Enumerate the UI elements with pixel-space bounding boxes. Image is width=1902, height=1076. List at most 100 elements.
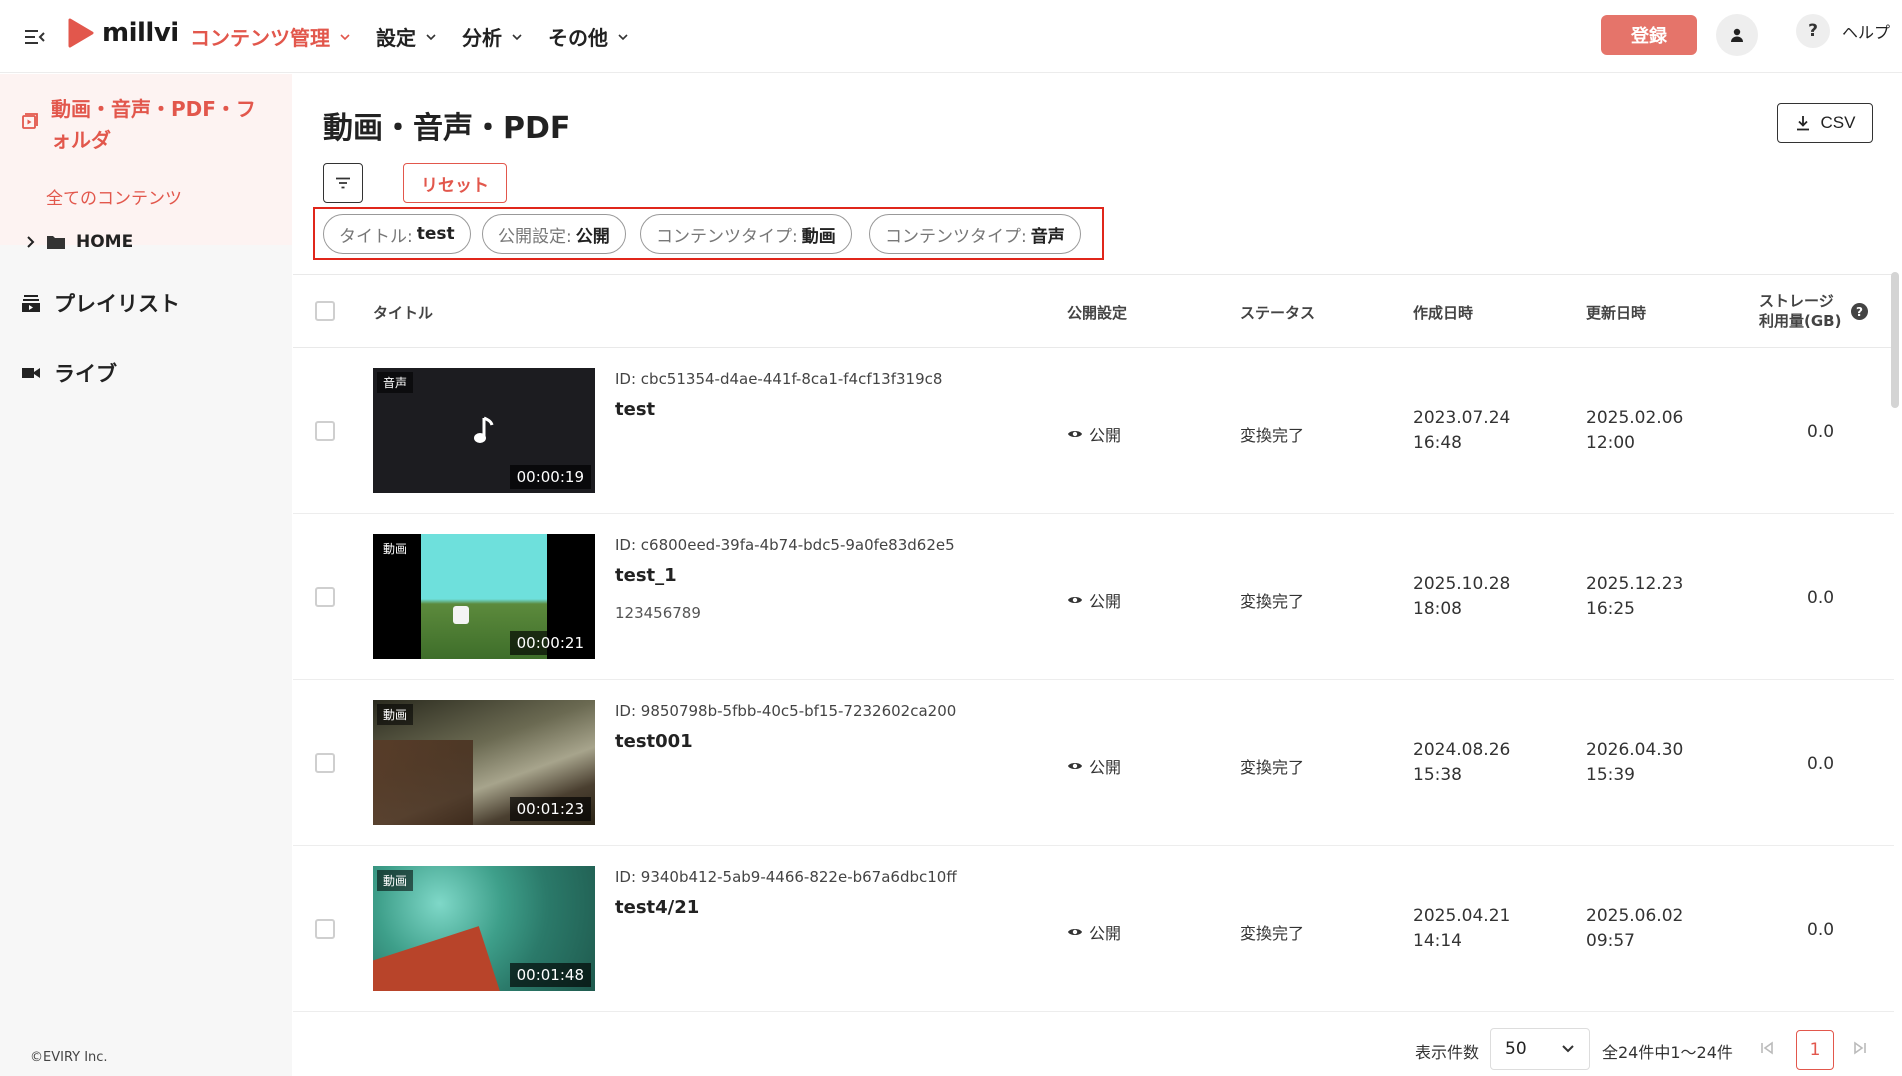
chevron-down-icon bbox=[512, 33, 522, 40]
last-page-icon[interactable] bbox=[1848, 1036, 1872, 1060]
register-button[interactable]: 登録 bbox=[1601, 15, 1697, 55]
play-logo-icon bbox=[68, 18, 94, 48]
logo[interactable]: millvi bbox=[68, 18, 179, 48]
date-text: 2025.12.23 bbox=[1586, 574, 1684, 594]
sidebar-item-label[interactable]: 動画・音声・PDF・フォルダ bbox=[51, 94, 271, 156]
top-header: millvi コンテンツ管理 設定 分析 その他 登録 ? ヘルプ bbox=[0, 0, 1902, 73]
user-icon bbox=[1731, 28, 1743, 42]
first-page-icon[interactable] bbox=[1755, 1036, 1779, 1060]
nav-label: コンテンツ管理 bbox=[190, 26, 330, 50]
table-row[interactable]: 動画 00:01:48 ID: 9340b412-5ab9-4466-822e-… bbox=[293, 846, 1894, 1012]
col-title[interactable]: タイトル bbox=[373, 302, 433, 323]
reset-button[interactable]: リセット bbox=[403, 163, 507, 203]
sidebar-item-label: HOME bbox=[76, 232, 134, 252]
publish-setting: 公開 bbox=[1067, 588, 1121, 612]
storage-usage: 0.0 bbox=[1807, 920, 1835, 940]
chip-key: コンテンツタイプ: bbox=[656, 226, 798, 247]
duration-badge: 00:01:48 bbox=[509, 963, 591, 987]
date-text: 2025.06.02 bbox=[1586, 906, 1684, 926]
select-all-checkbox[interactable] bbox=[315, 301, 335, 321]
updated-date: 2025.02.06 12:00 bbox=[1586, 406, 1683, 456]
chip-key: コンテンツタイプ: bbox=[885, 226, 1027, 247]
date-text: 2024.08.26 bbox=[1413, 740, 1511, 760]
per-page-label: 表示件数 bbox=[1415, 1043, 1480, 1062]
avatar[interactable] bbox=[1716, 14, 1758, 56]
per-page-value: 50 bbox=[1505, 1039, 1527, 1059]
chip-value: test bbox=[416, 224, 455, 244]
thumbnail[interactable]: 音声 00:00:19 bbox=[373, 368, 595, 493]
filter-button[interactable] bbox=[323, 163, 363, 203]
page-button[interactable]: 1 bbox=[1796, 1030, 1834, 1070]
publish-setting: 公開 bbox=[1067, 920, 1121, 944]
row-checkbox[interactable] bbox=[315, 753, 335, 773]
content-id: ID: 9340b412-5ab9-4466-822e-b67a6dbc10ff bbox=[615, 868, 957, 886]
col-status[interactable]: ステータス bbox=[1240, 302, 1315, 323]
chevron-down-icon bbox=[340, 33, 350, 40]
nav-label: 設定 bbox=[376, 26, 416, 50]
csv-export-button[interactable]: CSV bbox=[1777, 103, 1873, 143]
publish-label: 公開 bbox=[1089, 426, 1122, 445]
filter-chip-type-video[interactable]: コンテンツタイプ: 動画 bbox=[640, 214, 852, 254]
nav-analytics[interactable]: 分析 bbox=[462, 22, 522, 51]
publish-setting: 公開 bbox=[1067, 754, 1121, 778]
publish-label: 公開 bbox=[1089, 924, 1122, 943]
chevron-down-icon bbox=[426, 33, 436, 40]
per-page-select[interactable]: 50 bbox=[1490, 1028, 1590, 1070]
col-publish[interactable]: 公開設定 bbox=[1067, 302, 1127, 323]
thumbnail[interactable]: 動画 00:01:48 bbox=[373, 866, 595, 991]
time-text: 15:39 bbox=[1586, 765, 1635, 785]
eye-icon bbox=[1068, 763, 1082, 769]
filter-chip-type-audio[interactable]: コンテンツタイプ: 音声 bbox=[869, 214, 1081, 254]
sidebar-item-live[interactable]: ライブ bbox=[22, 358, 117, 388]
nav-label: その他 bbox=[548, 26, 608, 50]
chip-value: 動画 bbox=[801, 226, 836, 247]
content-title[interactable]: test4/21 bbox=[615, 897, 699, 918]
content-title[interactable]: test_1 bbox=[615, 565, 677, 586]
content-title[interactable]: test bbox=[615, 399, 655, 420]
filter-chip-publish[interactable]: 公開設定: 公開 bbox=[482, 214, 626, 254]
table-row[interactable]: 動画 00:01:23 ID: 9850798b-5fbb-40c5-bf15-… bbox=[293, 680, 1894, 846]
help-link[interactable]: ? ヘルプ bbox=[1796, 14, 1890, 48]
eye-icon bbox=[1068, 431, 1082, 437]
col-created[interactable]: 作成日時 bbox=[1413, 302, 1473, 323]
filter-chip-title[interactable]: タイトル: test bbox=[323, 214, 471, 254]
row-checkbox[interactable] bbox=[315, 421, 335, 441]
table-header: タイトル 公開設定 ステータス 作成日時 更新日時 ストレージ 利用量(GB) … bbox=[293, 274, 1894, 348]
character-shape bbox=[453, 606, 469, 624]
col-storage[interactable]: ストレージ 利用量(GB) bbox=[1759, 291, 1841, 331]
thumbnail-image bbox=[373, 740, 473, 825]
created-date: 2023.07.24 16:48 bbox=[1413, 406, 1510, 456]
help-label: ヘルプ bbox=[1842, 23, 1891, 42]
date-text: 2023.07.24 bbox=[1413, 408, 1511, 428]
storage-usage: 0.0 bbox=[1807, 588, 1835, 608]
created-date: 2024.08.26 15:38 bbox=[1413, 738, 1510, 788]
content-title[interactable]: test001 bbox=[615, 731, 693, 752]
row-checkbox[interactable] bbox=[315, 587, 335, 607]
csv-label: CSV bbox=[1820, 113, 1856, 132]
nav-settings[interactable]: 設定 bbox=[376, 22, 436, 51]
nav-content-management[interactable]: コンテンツ管理 bbox=[190, 22, 350, 51]
nav-other[interactable]: その他 bbox=[548, 22, 628, 51]
table-row[interactable]: 音声 00:00:19 ID: cbc51354-d4ae-441f-8ca1-… bbox=[293, 348, 1894, 514]
thumbnail[interactable]: 動画 00:01:23 bbox=[373, 700, 595, 825]
copyright: ©EVIRY Inc. bbox=[30, 1050, 108, 1065]
time-text: 18:08 bbox=[1413, 599, 1462, 619]
col-updated[interactable]: 更新日時 bbox=[1586, 302, 1646, 323]
help-icon[interactable]: ? bbox=[1851, 303, 1868, 320]
col-storage-line1: ストレージ bbox=[1759, 292, 1834, 310]
time-text: 09:57 bbox=[1586, 931, 1635, 951]
row-checkbox[interactable] bbox=[315, 919, 335, 939]
sidebar-item-playlist[interactable]: プレイリスト bbox=[22, 288, 180, 318]
sidebar-item-home[interactable]: HOME bbox=[26, 232, 133, 252]
scrollbar[interactable] bbox=[1891, 272, 1899, 408]
thumbnail[interactable]: 動画 00:00:21 bbox=[373, 534, 595, 659]
nav-label: 分析 bbox=[462, 26, 502, 50]
chevron-down-icon bbox=[618, 33, 628, 40]
table-row[interactable]: 動画 00:00:21 ID: c6800eed-39fa-4b74-bdc5-… bbox=[293, 514, 1894, 680]
sidebar-item-all-contents[interactable]: 全てのコンテンツ bbox=[46, 184, 182, 209]
menu-toggle-icon[interactable] bbox=[20, 22, 50, 52]
status-text: 変換完了 bbox=[1240, 758, 1305, 777]
playlist-icon bbox=[22, 295, 40, 312]
camera-icon bbox=[22, 368, 40, 378]
type-badge: 動画 bbox=[377, 704, 414, 725]
